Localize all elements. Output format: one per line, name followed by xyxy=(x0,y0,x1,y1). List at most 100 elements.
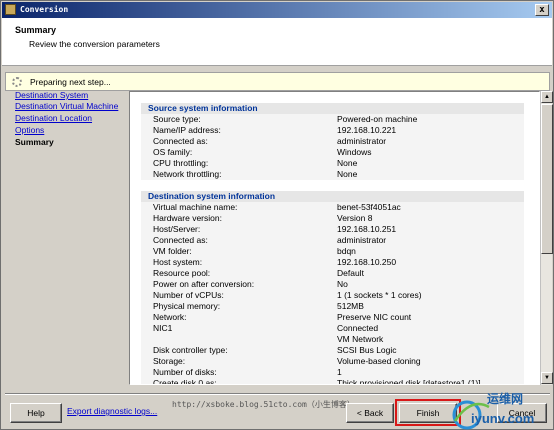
window-title: Conversion xyxy=(20,5,69,14)
summary-row: Connected as: administrator xyxy=(141,136,524,147)
row-label: Physical memory: xyxy=(153,301,221,311)
row-value: Version 8 xyxy=(337,213,373,223)
row-value: 1 (1 sockets * 1 cores) xyxy=(337,290,422,300)
page-subtitle: Review the conversion parameters xyxy=(29,39,160,49)
watermark-text: http://xsboke.blog.51cto.com（小生博客） xyxy=(172,400,355,409)
export-logs-link[interactable]: Export diagnostic logs... xyxy=(67,406,157,416)
row-value: Thick provisioned disk [datastore1 (1)] xyxy=(337,378,481,385)
row-label: Number of vCPUs: xyxy=(153,290,224,300)
summary-row: NIC1 Connected xyxy=(141,323,524,334)
row-value: 192.168.10.221 xyxy=(337,125,397,135)
conversion-window: Conversion x Summary Review the conversi… xyxy=(0,0,554,430)
row-value: administrator xyxy=(337,235,387,245)
summary-row: Resource pool: Default xyxy=(141,268,524,279)
row-value: Connected xyxy=(337,323,379,333)
source-rows: Source type: Powered-on machine Name/IP ad… xyxy=(141,114,524,180)
nav-item-options[interactable]: Options xyxy=(15,125,44,135)
close-button[interactable]: x xyxy=(535,4,549,16)
nav-item-destination-virtual-machine[interactable]: Destination Virtual Machine xyxy=(15,101,118,111)
row-value: bdqn xyxy=(337,246,356,256)
source-heading: Source system information xyxy=(141,103,524,114)
row-value: SCSI Bus Logic xyxy=(337,345,397,355)
summary-row: Network: Preserve NIC count xyxy=(141,312,524,323)
help-button[interactable]: Help xyxy=(10,403,62,423)
row-label: Host system: xyxy=(153,257,203,267)
row-value: VM Network xyxy=(337,334,384,344)
nav-item-destination-location[interactable]: Destination Location xyxy=(15,113,92,123)
scroll-down-icon[interactable]: ▼ xyxy=(541,372,553,384)
vertical-scrollbar[interactable]: ▲ ▼ xyxy=(540,91,553,385)
row-label: Connected as: xyxy=(153,136,208,146)
row-value: Volume-based cloning xyxy=(337,356,421,366)
summary-row: CPU throttling: None xyxy=(141,158,524,169)
status-bar: Preparing next step... xyxy=(5,72,550,91)
row-label: Disk controller type: xyxy=(153,345,228,355)
summary-row: Hardware version: Version 8 xyxy=(141,213,524,224)
row-value: None xyxy=(337,169,358,179)
row-value: benet-53f4051ac xyxy=(337,202,401,212)
logo-swoosh-icon: 运维网 iyunv.com xyxy=(452,391,534,430)
row-label: Network: xyxy=(153,312,187,322)
row-value: 1 xyxy=(337,367,342,377)
row-label: Power on after conversion: xyxy=(153,279,255,289)
row-label: Source type: xyxy=(153,114,201,124)
summary-row: Number of disks: 1 xyxy=(141,367,524,378)
summary-row: Create disk 0 as: Thick provisioned disk … xyxy=(141,378,524,385)
summary-row: Virtual machine name: benet-53f4051ac xyxy=(141,202,524,213)
status-text: Preparing next step... xyxy=(30,77,111,87)
summary-panel: Source system information Source type: Po… xyxy=(129,91,540,385)
summary-row: VM folder: bdqn xyxy=(141,246,524,257)
title-bar: Conversion x xyxy=(2,2,552,18)
summary-row: Disk controller type: SCSI Bus Logic xyxy=(141,345,524,356)
row-value: Powered-on machine xyxy=(337,114,418,124)
row-value: No xyxy=(337,279,348,289)
scroll-thumb[interactable] xyxy=(541,104,553,254)
wizard-header: Summary Review the conversion parameters xyxy=(2,18,552,66)
back-button[interactable]: < Back xyxy=(346,403,394,423)
summary-row: Physical memory: 512MB xyxy=(141,301,524,312)
app-icon xyxy=(5,4,16,15)
row-label: Network throttling: xyxy=(153,169,222,179)
summary-row: Network throttling: None xyxy=(141,169,524,180)
destination-section: Destination system information Virtual m… xyxy=(141,191,524,385)
summary-row: Host/Server: 192.168.10.251 xyxy=(141,224,524,235)
row-label: Host/Server: xyxy=(153,224,201,234)
summary-row: OS family: Windows xyxy=(141,147,524,158)
site-logo: 运维网 iyunv.com xyxy=(451,387,554,430)
row-value: administrator xyxy=(337,136,387,146)
summary-row: Source type: Powered-on machine xyxy=(141,114,524,125)
summary-row: Connected as: administrator xyxy=(141,235,524,246)
logo-url-text: iyunv.com xyxy=(471,411,534,426)
summary-row: Name/IP address: 192.168.10.221 xyxy=(141,125,524,136)
page-title: Summary xyxy=(15,25,57,35)
nav-item-destination-system[interactable]: Destination System xyxy=(15,90,88,100)
destination-heading: Destination system information xyxy=(141,191,524,202)
row-label: Storage: xyxy=(153,356,186,366)
source-section: Source system information Source type: Po… xyxy=(141,103,524,180)
row-label: Name/IP address: xyxy=(153,125,221,135)
summary-row: VM Network xyxy=(141,334,524,345)
scroll-up-icon[interactable]: ▲ xyxy=(541,91,553,103)
row-label: NIC1 xyxy=(153,323,173,333)
summary-row: Power on after conversion: No xyxy=(141,279,524,290)
row-value: Default xyxy=(337,268,364,278)
spinner-icon xyxy=(12,77,22,87)
row-label: Connected as: xyxy=(153,235,208,245)
nav-item-summary: Summary xyxy=(15,137,54,147)
row-value: None xyxy=(337,158,358,168)
row-value: 192.168.10.251 xyxy=(337,224,397,234)
destination-rows: Virtual machine name: benet-53f4051ac Hard… xyxy=(141,202,524,385)
row-label: Hardware version: xyxy=(153,213,222,223)
row-label: Create disk 0 as: xyxy=(153,378,217,385)
row-label: Virtual machine name: xyxy=(153,202,238,212)
summary-row: Number of vCPUs: 1 (1 sockets * 1 cores) xyxy=(141,290,524,301)
row-label: VM folder: xyxy=(153,246,192,256)
logo-cn-text: 运维网 xyxy=(487,391,523,406)
row-label: CPU throttling: xyxy=(153,158,209,168)
row-label: Resource pool: xyxy=(153,268,211,278)
summary-row: Host system: 192.168.10.250 xyxy=(141,257,524,268)
summary-row: Storage: Volume-based cloning xyxy=(141,356,524,367)
row-value: 192.168.10.250 xyxy=(337,257,397,267)
row-value: Preserve NIC count xyxy=(337,312,412,322)
row-label: Number of disks: xyxy=(153,367,217,377)
